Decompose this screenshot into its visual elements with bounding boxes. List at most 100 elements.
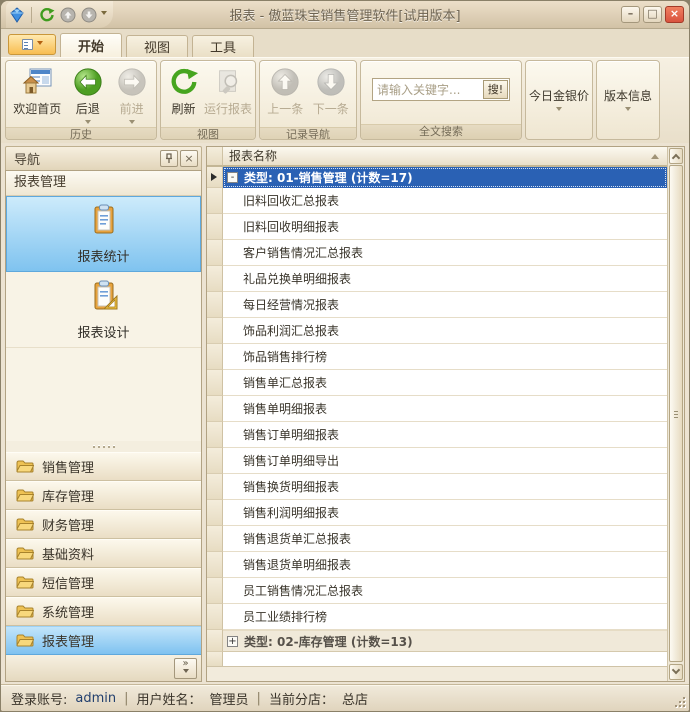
report-row[interactable]: 销售换货明细报表 bbox=[207, 474, 667, 500]
sidebar-section-reports[interactable]: 报表管理 bbox=[6, 626, 201, 655]
report-name: 销售退货单汇总报表 bbox=[223, 526, 667, 552]
column-header-report-name[interactable]: 报表名称 bbox=[223, 147, 667, 166]
report-row[interactable]: 旧料回收明细报表 bbox=[207, 214, 667, 240]
report-row[interactable]: 销售订单明细报表 bbox=[207, 422, 667, 448]
sort-ascending-icon bbox=[651, 154, 659, 159]
next-record-button[interactable]: 下一条 bbox=[309, 63, 354, 127]
sidebar-section-inventory[interactable]: 库存管理 bbox=[6, 481, 201, 510]
section-label: 基础资料 bbox=[42, 544, 94, 563]
sidebar-item-report-statistics[interactable]: 报表统计 bbox=[6, 196, 201, 272]
report-row[interactable]: 每日经营情况报表 bbox=[207, 292, 667, 318]
branch-value: 总店 bbox=[342, 689, 368, 708]
report-row[interactable]: 礼品兑换单明细报表 bbox=[207, 266, 667, 292]
search-input[interactable] bbox=[374, 83, 483, 97]
refresh-button[interactable]: 刷新 bbox=[164, 63, 203, 127]
version-info-chevron-icon bbox=[625, 107, 631, 114]
group-row-label: 类型: 01-销售管理 (计数=17) bbox=[244, 169, 413, 186]
maximize-button[interactable]: □ bbox=[643, 6, 662, 23]
forward-dropdown-chevron-icon bbox=[129, 120, 135, 127]
sidebar-filler bbox=[6, 348, 201, 441]
up-circle-quick-icon[interactable] bbox=[59, 6, 76, 23]
report-row[interactable]: 员工销售情况汇总报表 bbox=[207, 578, 667, 604]
folder-icon bbox=[16, 546, 34, 561]
group-caption-search: 全文搜索 bbox=[361, 124, 521, 139]
welcome-home-button[interactable]: 欢迎首页 bbox=[9, 63, 65, 127]
report-row[interactable]: 客户销售情况汇总报表 bbox=[207, 240, 667, 266]
ribbon-toolbar: 欢迎首页 后退 前进 历史 bbox=[1, 57, 689, 143]
group-caption-record-nav: 记录导航 bbox=[260, 127, 356, 140]
run-report-button[interactable]: 运行报表 bbox=[204, 63, 252, 127]
sidebar-section-finance[interactable]: 财务管理 bbox=[6, 510, 201, 539]
refresh-icon bbox=[167, 65, 201, 99]
qat-dropdown-chevron-icon[interactable] bbox=[101, 11, 107, 18]
report-row[interactable]: 销售退货单汇总报表 bbox=[207, 526, 667, 552]
report-name: 销售单明细报表 bbox=[223, 396, 667, 422]
sidebar-overflow-button[interactable]: » bbox=[174, 658, 197, 679]
section-label: 销售管理 bbox=[42, 457, 94, 476]
ribbon-tab-row: 开始 视图 工具 bbox=[1, 29, 689, 57]
sidebar-section-system[interactable]: 系统管理 bbox=[6, 597, 201, 626]
pin-button[interactable] bbox=[160, 150, 178, 167]
back-button[interactable]: 后退 bbox=[66, 63, 109, 127]
forward-arrow-icon bbox=[115, 65, 149, 99]
minimize-button[interactable]: – bbox=[621, 6, 640, 23]
group-row-sales[interactable]: - 类型: 01-销售管理 (计数=17) bbox=[207, 167, 667, 188]
scroll-up-arrow-icon[interactable] bbox=[669, 148, 683, 164]
user-name-value: 管理员 bbox=[210, 689, 249, 708]
login-account-value: admin bbox=[75, 691, 116, 706]
report-name: 饰品利润汇总报表 bbox=[223, 318, 667, 344]
nav-close-button[interactable]: × bbox=[180, 150, 198, 167]
gold-price-chevron-icon bbox=[556, 107, 562, 114]
report-row[interactable]: 旧料回收汇总报表 bbox=[207, 188, 667, 214]
report-name: 客户销售情况汇总报表 bbox=[223, 240, 667, 266]
report-row[interactable]: 销售订单明细导出 bbox=[207, 448, 667, 474]
app-logo-diamond-icon bbox=[8, 6, 25, 23]
version-info-button[interactable]: 版本信息 bbox=[597, 61, 659, 139]
branch-label: 当前分店： bbox=[269, 689, 334, 708]
expand-box-icon[interactable]: + bbox=[227, 636, 238, 647]
resize-grip[interactable] bbox=[673, 695, 685, 707]
section-label: 报表管理 bbox=[42, 631, 94, 650]
sidebar-section-sms[interactable]: 短信管理 bbox=[6, 568, 201, 597]
report-row[interactable]: 饰品利润汇总报表 bbox=[207, 318, 667, 344]
sidebar-splitter-handle[interactable] bbox=[6, 441, 201, 452]
collapse-box-icon[interactable]: - bbox=[227, 172, 238, 183]
user-name-label: 用户姓名： bbox=[137, 689, 202, 708]
section-label: 财务管理 bbox=[42, 515, 94, 534]
sidebar-section-basic-data[interactable]: 基础资料 bbox=[6, 539, 201, 568]
report-row[interactable]: 销售退货单明细报表 bbox=[207, 552, 667, 578]
home-page-icon bbox=[20, 65, 54, 99]
forward-button[interactable]: 前进 bbox=[110, 63, 153, 127]
close-button[interactable]: × bbox=[665, 6, 684, 23]
group-version-info: 版本信息 bbox=[596, 60, 660, 140]
report-row[interactable]: 销售利润明细报表 bbox=[207, 500, 667, 526]
status-bar: 登录账号: admin | 用户姓名： 管理员 | 当前分店： 总店 bbox=[1, 684, 689, 711]
tab-view[interactable]: 视图 bbox=[126, 35, 188, 57]
report-row[interactable]: 饰品销售排行榜 bbox=[207, 344, 667, 370]
sidebar-item-report-design[interactable]: 报表设计 bbox=[6, 272, 201, 348]
tab-start[interactable]: 开始 bbox=[60, 33, 122, 57]
app-window: 报表 - 傲蓝珠宝销售管理软件[试用版本] – □ × 开始 视图 工具 欢迎首… bbox=[0, 0, 690, 712]
back-dropdown-chevron-icon[interactable] bbox=[85, 120, 91, 127]
search-go-button[interactable]: 搜! bbox=[483, 80, 508, 99]
report-row[interactable]: 销售单明细报表 bbox=[207, 396, 667, 422]
vertical-scrollbar[interactable] bbox=[667, 147, 684, 681]
group-history: 欢迎首页 后退 前进 历史 bbox=[5, 60, 157, 140]
report-row[interactable]: 销售单汇总报表 bbox=[207, 370, 667, 396]
report-name: 饰品销售排行榜 bbox=[223, 344, 667, 370]
search-box: 搜! bbox=[372, 78, 510, 101]
report-name: 销售换货明细报表 bbox=[223, 474, 667, 500]
tab-tools[interactable]: 工具 bbox=[192, 35, 254, 57]
refresh-quick-icon[interactable] bbox=[38, 6, 55, 23]
application-menu-button[interactable] bbox=[8, 34, 56, 55]
scroll-down-arrow-icon[interactable] bbox=[669, 664, 683, 680]
down-circle-quick-icon[interactable] bbox=[80, 6, 97, 23]
sidebar-section-sales[interactable]: 销售管理 bbox=[6, 452, 201, 481]
group-row-label: 类型: 02-库存管理 (计数=13) bbox=[244, 633, 413, 650]
scrollbar-thumb[interactable] bbox=[669, 165, 683, 662]
gold-price-button[interactable]: 今日金银价 bbox=[526, 61, 592, 139]
report-row[interactable]: 员工业绩排行榜 bbox=[207, 604, 667, 630]
prev-record-button[interactable]: 上一条 bbox=[263, 63, 308, 127]
group-row-inventory[interactable]: + 类型: 02-库存管理 (计数=13) bbox=[207, 630, 667, 652]
folder-icon bbox=[16, 604, 34, 619]
